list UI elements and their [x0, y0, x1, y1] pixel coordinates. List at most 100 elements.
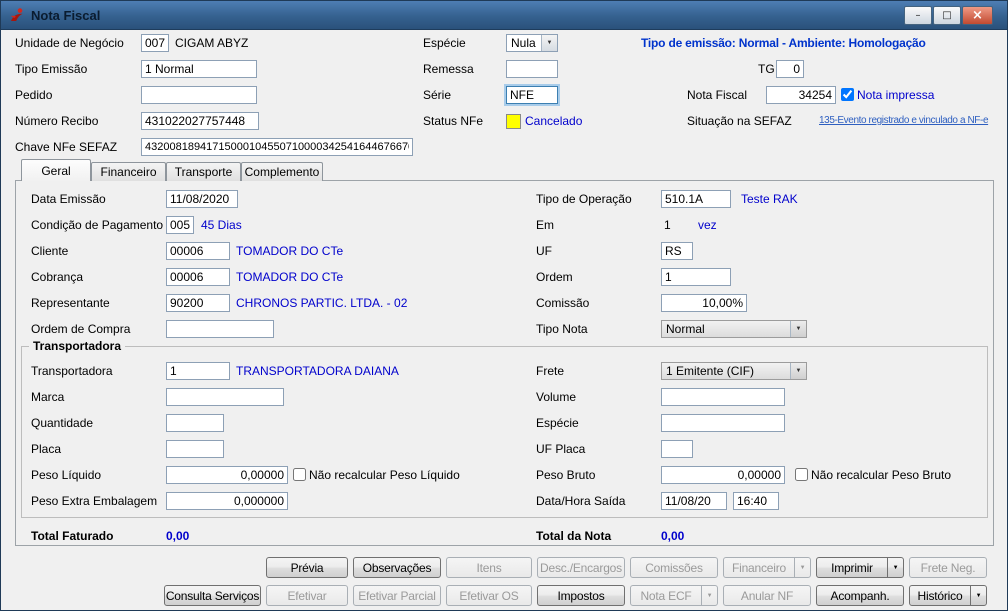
acompanh-button[interactable]: Acompanh. [816, 585, 904, 606]
unidade-negocio-label: Unidade de Negócio [15, 34, 124, 52]
nao-recalcular-peso-liquido-checkbox[interactable] [293, 468, 306, 481]
total-da-nota-label: Total da Nota [536, 527, 611, 545]
total-faturado-value: 0,00 [166, 527, 189, 545]
data-emissao-input[interactable] [166, 190, 238, 208]
situacao-sefaz-link[interactable]: 135-Evento registrado e vinculado a NF-e [819, 113, 988, 129]
tg-input[interactable] [776, 60, 804, 78]
uf-placa-input[interactable] [661, 440, 693, 458]
nota-ecf-button[interactable]: Nota ECF [630, 585, 702, 606]
tipo-nota-label: Tipo Nota [536, 320, 588, 338]
previa-button[interactable]: Prévia [266, 557, 348, 578]
nota-ecf-dropdown-button[interactable]: ▼ [701, 585, 718, 606]
pedido-input[interactable] [141, 86, 257, 104]
especie-transporte-label: Espécie [536, 414, 579, 432]
status-nfe-value: Cancelado [525, 112, 582, 130]
close-icon[interactable]: × [962, 6, 993, 25]
window-titlebar[interactable]: Nota Fiscal – □ × [1, 1, 1007, 30]
hora-saida-input[interactable] [733, 492, 779, 510]
observacoes-button[interactable]: Observações [353, 557, 441, 578]
financeiro-dropdown-button[interactable]: ▼ [794, 557, 811, 578]
peso-extra-embalagem-input[interactable] [166, 492, 288, 510]
serie-input[interactable] [506, 86, 558, 104]
tab-geral[interactable]: Geral [21, 159, 91, 181]
nao-recalcular-peso-bruto-checkbox[interactable] [795, 468, 808, 481]
cobranca-desc: TOMADOR DO CTe [236, 268, 343, 286]
representante-desc: CHRONOS PARTIC. LTDA. - 02 [236, 294, 407, 312]
cliente-input[interactable] [166, 242, 230, 260]
nota-impressa-checkbox[interactable] [841, 88, 854, 101]
quantidade-input[interactable] [166, 414, 224, 432]
consulta-servicos-button[interactable]: Consulta Serviços [164, 585, 261, 606]
minimize-icon[interactable]: – [904, 6, 932, 25]
cobranca-input[interactable] [166, 268, 230, 286]
desc-encargos-button[interactable]: Desc./Encargos [537, 557, 625, 578]
maximize-icon[interactable]: □ [933, 6, 961, 25]
ordem-label: Ordem [536, 268, 573, 286]
frete-neg-button[interactable]: Frete Neg. [909, 557, 987, 578]
nota-fiscal-label: Nota Fiscal [687, 86, 747, 104]
volume-label: Volume [536, 388, 576, 406]
comissoes-button[interactable]: Comissões [630, 557, 718, 578]
ordem-compra-label: Ordem de Compra [31, 320, 130, 338]
representante-input[interactable] [166, 294, 230, 312]
historico-button[interactable]: Histórico [909, 585, 971, 606]
marca-input[interactable] [166, 388, 284, 406]
tab-financeiro[interactable]: Financeiro [91, 162, 166, 181]
status-nfe-label: Status NFe [423, 112, 483, 130]
total-faturado-label: Total Faturado [31, 527, 113, 545]
data-saida-input[interactable] [661, 492, 727, 510]
representante-label: Representante [31, 294, 110, 312]
tipo-emissao-input[interactable] [141, 60, 257, 78]
tipo-operacao-label: Tipo de Operação [536, 190, 632, 208]
peso-bruto-input[interactable] [661, 466, 785, 484]
placa-input[interactable] [166, 440, 224, 458]
tab-transporte[interactable]: Transporte [166, 162, 241, 181]
situacao-sefaz-label: Situação na SEFAZ [687, 112, 792, 130]
historico-dropdown-button[interactable]: ▼ [970, 585, 987, 606]
tipo-operacao-input[interactable] [661, 190, 731, 208]
condicao-pagamento-input[interactable] [166, 216, 194, 234]
efetivar-os-button[interactable]: Efetivar OS [446, 585, 532, 606]
remessa-input[interactable] [506, 60, 558, 78]
tipo-nota-combobox[interactable]: Normal ▼ [661, 320, 807, 338]
tg-label: TG [758, 60, 775, 78]
volume-input[interactable] [661, 388, 785, 406]
uf-input[interactable] [661, 242, 693, 260]
condicao-pagamento-label: Condição de Pagamento [31, 216, 163, 234]
peso-liquido-input[interactable] [166, 466, 288, 484]
numero-recibo-label: Número Recibo [15, 112, 98, 130]
efetivar-parcial-button[interactable]: Efetivar Parcial [353, 585, 441, 606]
uf-label: UF [536, 242, 552, 260]
transportadora-group-title: Transportadora [29, 339, 125, 353]
em-suffix: vez [698, 216, 717, 234]
window-title: Nota Fiscal [31, 8, 100, 23]
especie-combobox[interactable]: Nula ▼ [506, 34, 558, 52]
frete-label: Frete [536, 362, 564, 380]
tab-complemento[interactable]: Complemento [241, 162, 323, 181]
especie-transporte-input[interactable] [661, 414, 785, 432]
condicao-pagamento-desc: 45 Dias [201, 216, 242, 234]
chevron-down-icon: ▼ [541, 35, 557, 51]
nao-recalcular-peso-liquido-label: Não recalcular Peso Líquido [309, 466, 460, 484]
efetivar-button[interactable]: Efetivar [266, 585, 348, 606]
numero-recibo-input[interactable] [141, 112, 259, 130]
nota-fiscal-input[interactable] [766, 86, 836, 104]
financeiro-button[interactable]: Financeiro [723, 557, 795, 578]
impostos-button[interactable]: Impostos [537, 585, 625, 606]
comissao-label: Comissão [536, 294, 589, 312]
tipo-emissao-label: Tipo Emissão [15, 60, 87, 78]
ordem-input[interactable] [661, 268, 731, 286]
comissao-input[interactable] [661, 294, 747, 312]
anular-nf-button[interactable]: Anular NF [723, 585, 811, 606]
imprimir-button[interactable]: Imprimir [816, 557, 888, 578]
itens-button[interactable]: Itens [446, 557, 532, 578]
chave-nfe-input[interactable] [141, 138, 413, 156]
tipo-nota-value: Normal [662, 321, 790, 337]
imprimir-dropdown-button[interactable]: ▼ [887, 557, 904, 578]
unidade-negocio-input[interactable] [141, 34, 169, 52]
data-emissao-label: Data Emissão [31, 190, 106, 208]
peso-extra-embalagem-label: Peso Extra Embalagem [31, 492, 157, 510]
frete-combobox[interactable]: 1 Emitente (CIF) ▼ [661, 362, 807, 380]
transportadora-input[interactable] [166, 362, 230, 380]
ordem-compra-input[interactable] [166, 320, 274, 338]
